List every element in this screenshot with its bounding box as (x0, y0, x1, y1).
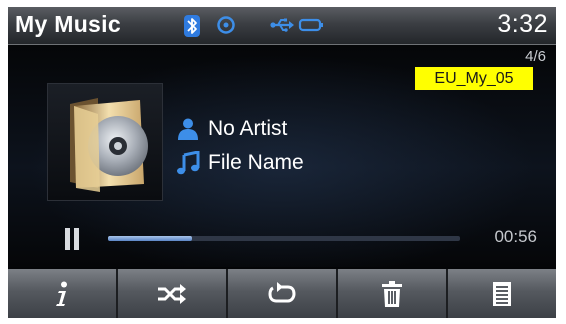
screen-code-label: EU_My_05 (415, 67, 533, 90)
list-icon (493, 281, 511, 306)
head-unit-screen: My Music 3:32 4/6 EU_My_05 No Artist Fil… (8, 7, 556, 318)
control-button-bar (8, 269, 556, 318)
bluetooth-icon (184, 15, 200, 37)
now-playing-panel: 4/6 EU_My_05 No Artist File Name 00:56 (8, 45, 556, 267)
folder-disc-icon (70, 98, 148, 192)
file-row: File Name (176, 149, 304, 177)
progress-bar[interactable] (108, 236, 460, 241)
clock: 3:32 (497, 10, 548, 38)
shuffle-button[interactable] (118, 269, 228, 318)
repeat-icon (268, 281, 296, 302)
music-note-icon (177, 151, 200, 175)
usb-icon (270, 15, 294, 35)
info-button[interactable] (8, 269, 118, 318)
repeat-button[interactable] (228, 269, 338, 318)
info-icon (56, 281, 67, 306)
album-art (47, 83, 163, 201)
person-icon (178, 118, 198, 140)
file-name: File Name (208, 151, 304, 174)
app-title: My Music (15, 11, 121, 37)
trash-icon (382, 280, 402, 307)
track-counter: 4/6 (525, 48, 546, 65)
battery-icon (298, 15, 324, 35)
elapsed-time: 00:56 (494, 227, 537, 246)
status-bar: My Music 3:32 (8, 7, 556, 45)
delete-button[interactable] (338, 269, 448, 318)
pause-icon[interactable] (65, 228, 79, 250)
artist-row: No Artist (176, 115, 287, 143)
artist-name: No Artist (208, 117, 288, 140)
shuffle-icon (158, 283, 186, 304)
progress-fill (108, 236, 193, 241)
list-button[interactable] (448, 269, 556, 318)
disc-mode-icon (216, 15, 236, 35)
